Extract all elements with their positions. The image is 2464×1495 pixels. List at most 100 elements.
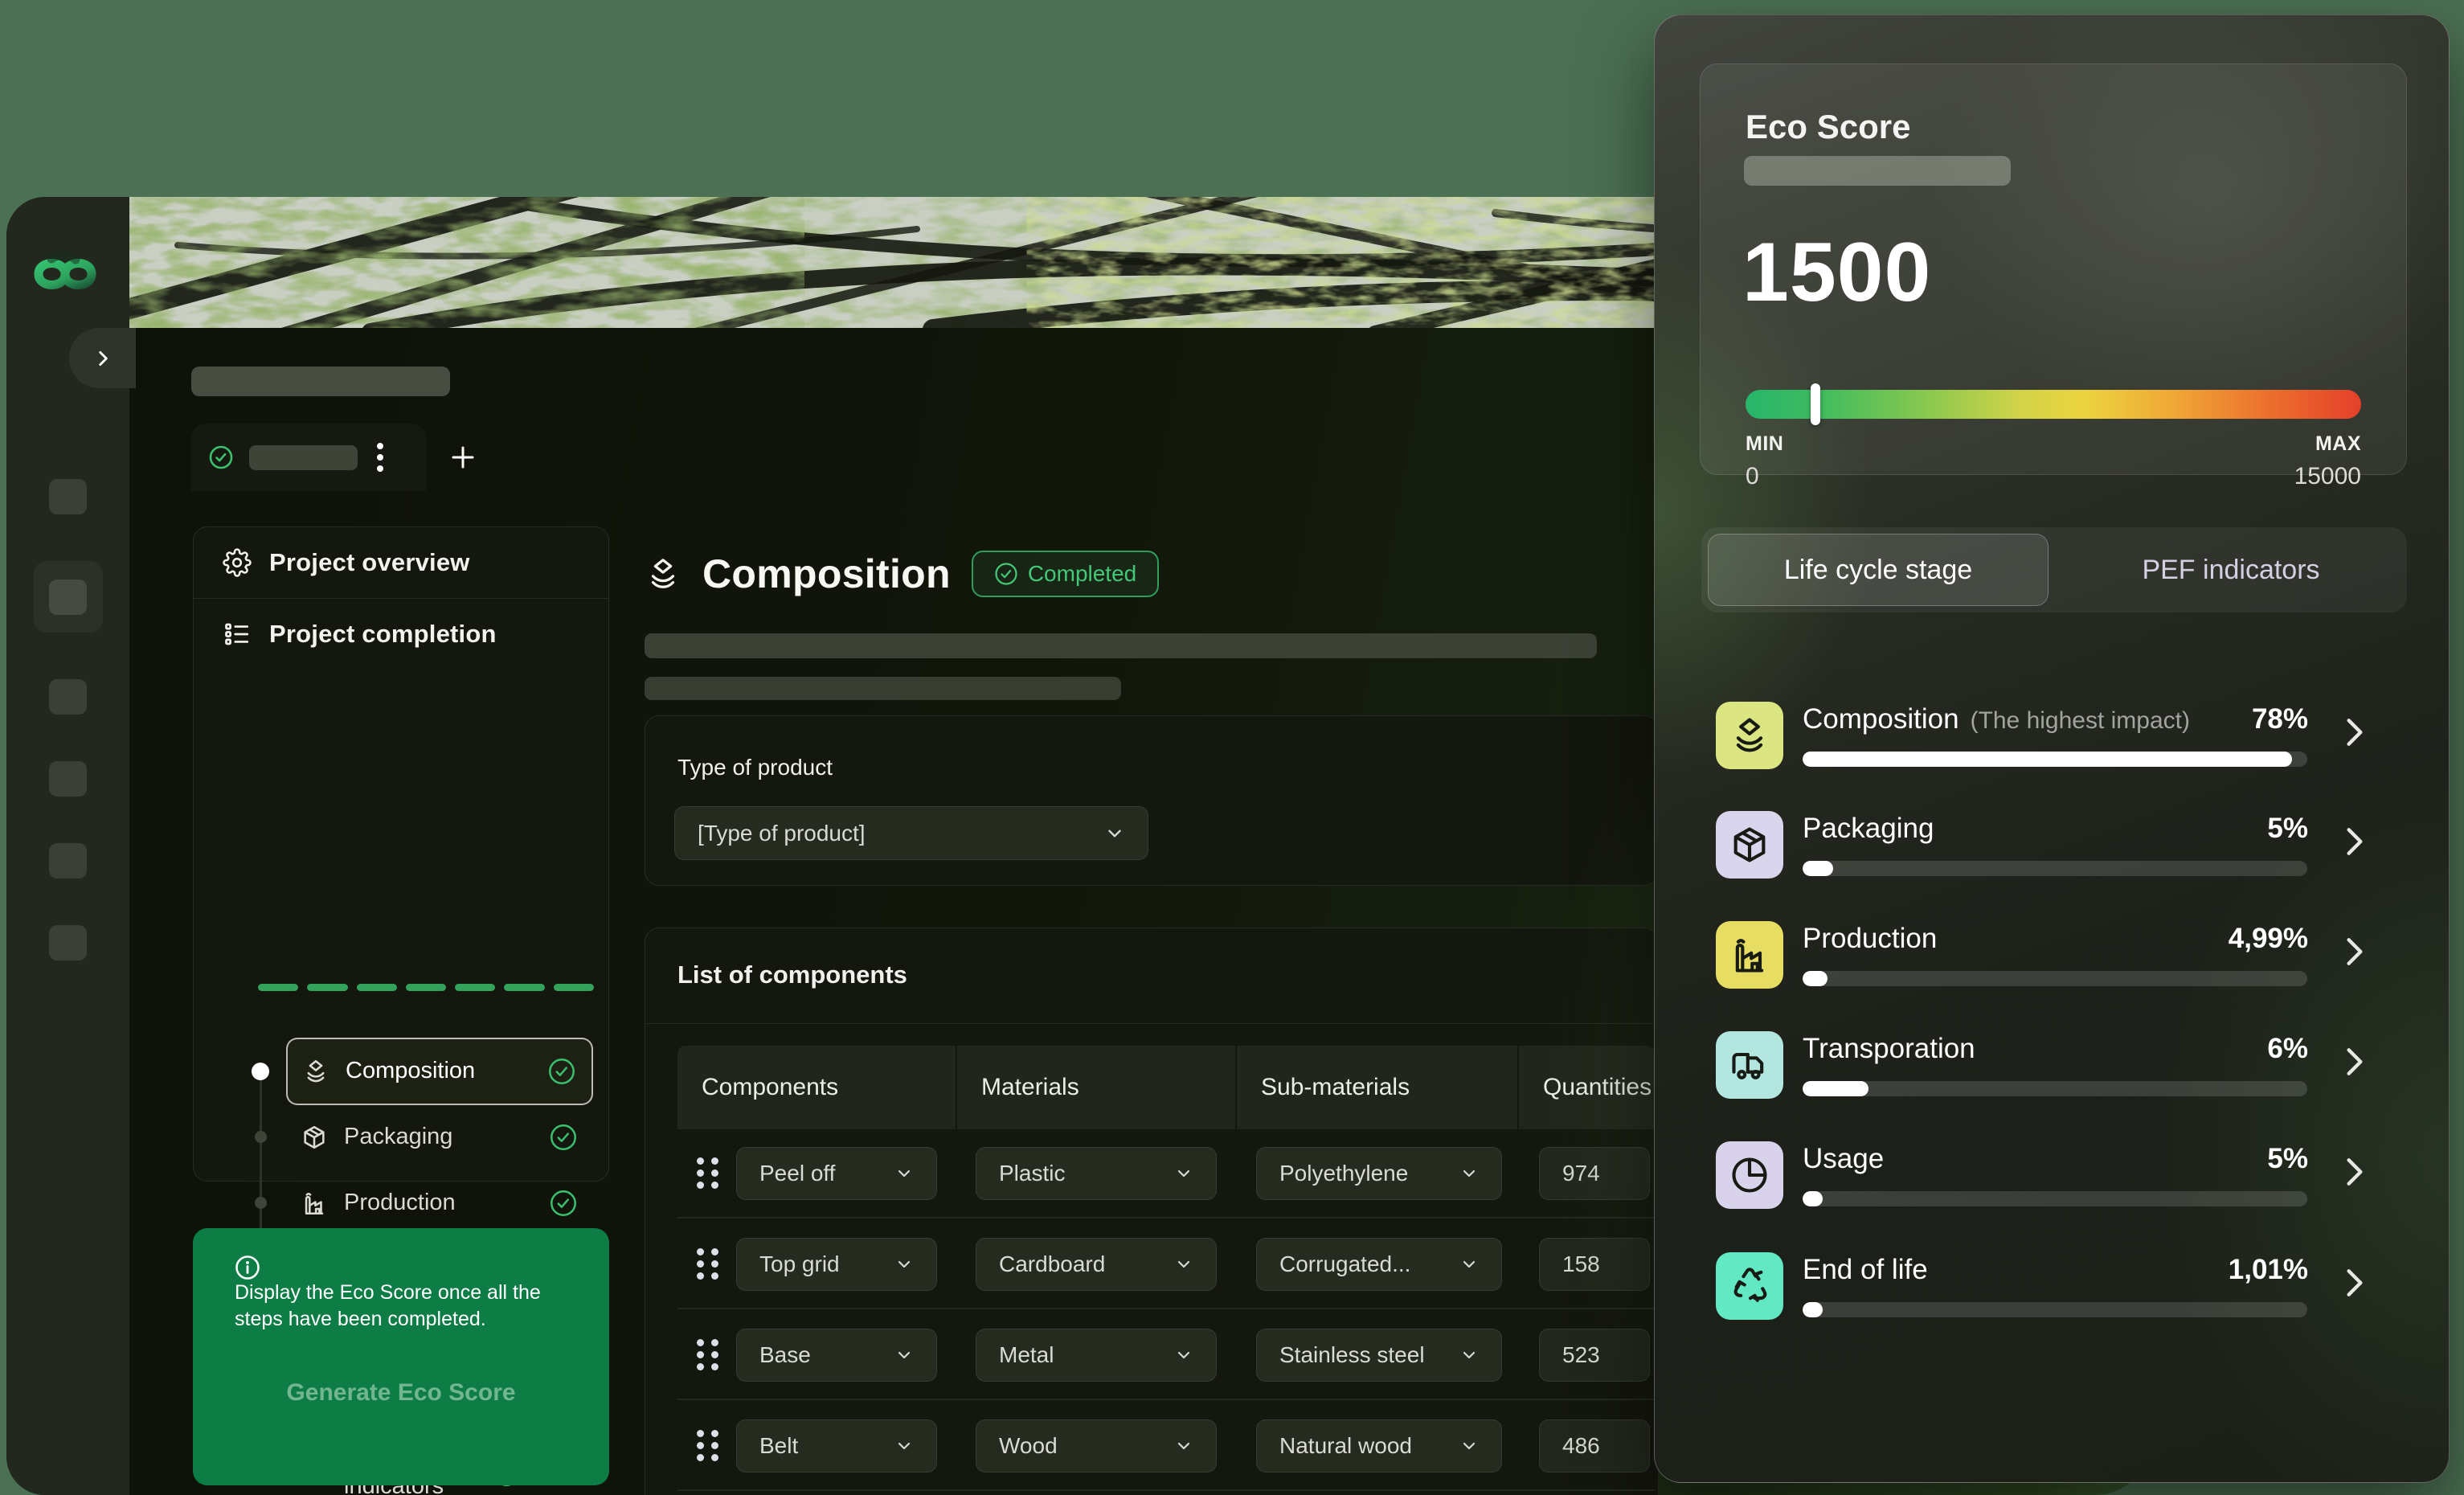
material-select[interactable]: Plastic — [976, 1147, 1217, 1200]
step-composition[interactable]: Composition — [286, 1038, 593, 1105]
sidebar-item-2-selected[interactable] — [34, 561, 103, 633]
timeline-dot — [255, 1197, 267, 1209]
material-select[interactable]: Wood — [976, 1419, 1217, 1472]
col-quantities: Quantities — [1519, 1046, 1655, 1129]
package-icon — [1716, 811, 1783, 879]
add-tab-button[interactable] — [445, 440, 481, 475]
check-circle-icon — [994, 562, 1018, 586]
check-circle-icon — [550, 1190, 577, 1217]
type-of-product-card: Type of product [Type of product] — [645, 715, 1659, 886]
material-select[interactable]: Metal — [976, 1329, 1217, 1382]
drag-handle-icon[interactable] — [697, 1248, 721, 1280]
component-select[interactable]: Peel off — [736, 1147, 937, 1200]
sidebar-item-4[interactable] — [49, 761, 87, 797]
step-label: Packaging — [344, 1124, 550, 1150]
component-select[interactable]: Belt — [736, 1419, 937, 1472]
description-skeleton-1 — [645, 633, 1597, 658]
chevron-down-icon — [1459, 1164, 1479, 1183]
impact-label: Composition(The highest impact) — [1803, 703, 2190, 735]
impact-row-composition[interactable]: Composition(The highest impact) 78% — [1700, 681, 2407, 790]
impact-row-transporation[interactable]: Transporation 6% — [1700, 1010, 2407, 1120]
chevron-down-icon — [894, 1255, 914, 1274]
sub-material-select[interactable]: Polyethylene — [1256, 1147, 1502, 1200]
info-icon — [235, 1255, 260, 1280]
drag-handle-icon[interactable] — [697, 1157, 721, 1189]
chevron-right-icon — [2343, 1044, 2367, 1079]
step-production[interactable]: Production — [286, 1175, 593, 1231]
quantity-input[interactable]: 974 — [1539, 1147, 1650, 1200]
chevron-right-icon — [2343, 715, 2367, 750]
impact-value: 5% — [2267, 1143, 2308, 1175]
components-title: List of components — [677, 960, 907, 989]
chevron-right-icon — [2343, 934, 2367, 969]
impact-row-usage[interactable]: Usage 5% — [1700, 1120, 2407, 1230]
chevron-down-icon — [1104, 823, 1125, 844]
max-value: 15000 — [2294, 463, 2361, 490]
impact-label: Transporation — [1803, 1033, 1975, 1065]
chevron-down-icon — [1459, 1255, 1479, 1274]
type-of-product-select[interactable]: [Type of product] — [674, 806, 1148, 860]
step-label: Composition — [346, 1058, 548, 1084]
factory-icon — [1716, 921, 1783, 989]
plus-icon — [447, 441, 479, 473]
layers-icon — [302, 1058, 329, 1085]
table-row: Peel off Plastic Polyethylene 974 — [677, 1129, 1655, 1219]
tab-pef-indicators[interactable]: PEF indicators — [2061, 534, 2401, 606]
chevron-down-icon — [1174, 1164, 1193, 1183]
eco-score-value: 1500 — [1742, 225, 1931, 321]
impact-row-end-of-life[interactable]: End of life 1,01% — [1700, 1231, 2407, 1341]
divider — [194, 598, 608, 599]
col-sub-materials: Sub-materials — [1237, 1046, 1519, 1129]
impact-row-packaging[interactable]: Packaging 5% — [1700, 790, 2407, 899]
sub-material-select[interactable]: Stainless steel — [1256, 1329, 1502, 1382]
chevron-down-icon — [1174, 1255, 1193, 1274]
eco-panel-tabs: Life cycle stage PEF indicators — [1701, 527, 2407, 612]
impact-progress — [1803, 1081, 2307, 1096]
impact-row-production[interactable]: Production 4,99% — [1700, 900, 2407, 1010]
sub-material-select[interactable]: Natural wood — [1256, 1419, 1502, 1472]
impact-label: Production — [1803, 923, 1937, 955]
sidebar-item-3[interactable] — [49, 679, 87, 715]
sidebar-item-5[interactable] — [49, 843, 87, 879]
impact-progress — [1803, 1191, 2307, 1206]
component-select[interactable]: Top grid — [736, 1238, 937, 1291]
recycle-icon — [1716, 1252, 1783, 1320]
col-materials: Materials — [957, 1046, 1237, 1129]
step-packaging[interactable]: Packaging — [286, 1109, 593, 1165]
project-tab[interactable] — [191, 424, 426, 491]
component-select[interactable]: Base — [736, 1329, 937, 1382]
pie-chart-icon — [1716, 1141, 1783, 1209]
drag-handle-icon[interactable] — [697, 1339, 721, 1370]
chevron-down-icon — [894, 1164, 914, 1183]
project-completion-item[interactable]: Project completion — [194, 613, 608, 655]
check-circle-icon — [209, 445, 233, 469]
checklist-icon — [223, 620, 252, 649]
impact-note: (The highest impact) — [1971, 707, 2190, 734]
sidebar-expand-button[interactable] — [69, 328, 136, 388]
layers-icon — [1716, 702, 1783, 769]
chevron-down-icon — [1174, 1436, 1193, 1456]
impact-label: Usage — [1803, 1143, 1884, 1175]
project-overview-item[interactable]: Project overview — [194, 542, 608, 584]
impact-value: 6% — [2267, 1033, 2308, 1065]
material-select[interactable]: Cardboard — [976, 1238, 1217, 1291]
table-row: Top grid Cardboard Corrugated... 158 — [677, 1220, 1655, 1309]
table-row: Base Metal Stainless steel 523 — [677, 1311, 1655, 1400]
layers-icon — [645, 554, 681, 594]
table-row: Belt Wood Natural wood 486 — [677, 1402, 1655, 1491]
sidebar-item-6[interactable] — [49, 925, 87, 960]
eco-score-panel: Eco Score 1500 MIN 0 MAX 15000 Life cycl… — [1654, 14, 2450, 1483]
check-circle-icon — [550, 1124, 577, 1151]
max-label: MAX — [2315, 432, 2361, 456]
tab-life-cycle-stage[interactable]: Life cycle stage — [1708, 534, 2049, 606]
tab-menu-icon[interactable] — [377, 443, 383, 472]
drag-handle-icon[interactable] — [697, 1430, 721, 1461]
quantity-input[interactable]: 158 — [1539, 1238, 1650, 1291]
sidebar-item-1[interactable] — [49, 479, 87, 514]
sub-material-select[interactable]: Corrugated... — [1256, 1238, 1502, 1291]
generate-eco-score-button[interactable]: Generate Eco Score — [193, 1379, 609, 1407]
impact-value: 4,99% — [2229, 923, 2308, 955]
truck-icon — [1716, 1031, 1783, 1099]
quantity-input[interactable]: 523 — [1539, 1329, 1650, 1382]
quantity-input[interactable]: 486 — [1539, 1419, 1650, 1472]
